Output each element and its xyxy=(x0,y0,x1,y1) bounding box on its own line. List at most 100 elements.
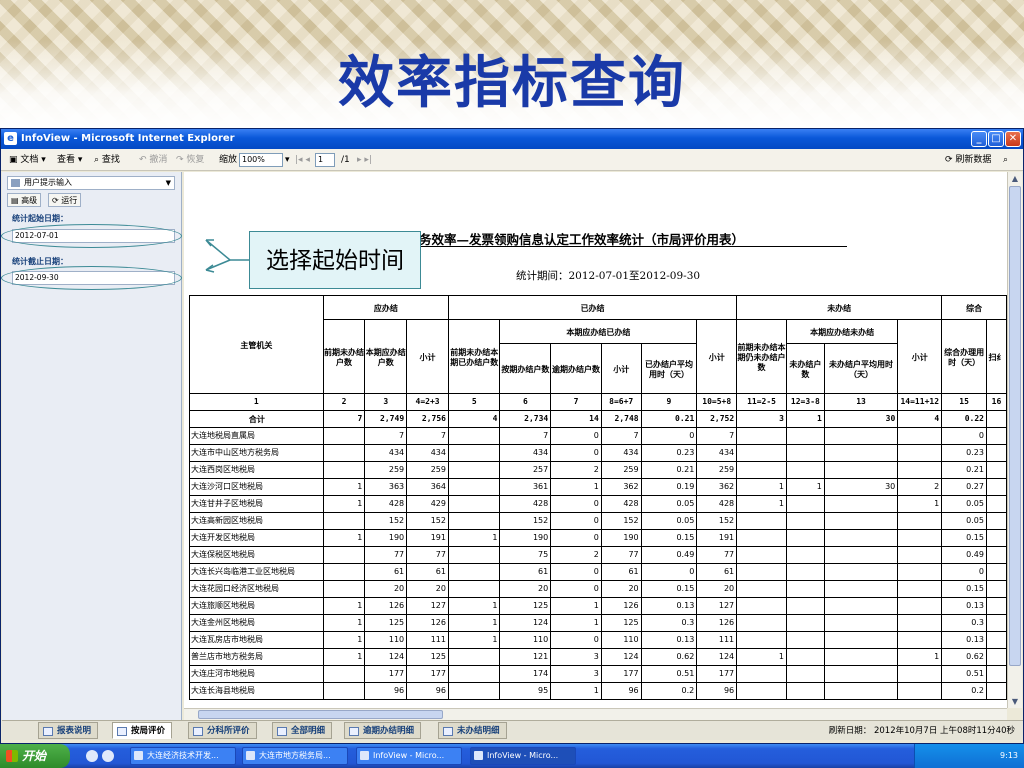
cell-value xyxy=(897,512,943,530)
table-row: 大连西岗区地税局 259 259 257 2 259 0.21 259 0.21 xyxy=(189,461,1007,479)
cell-value xyxy=(447,665,501,683)
refresh-button[interactable]: ⟳ 刷新数据 xyxy=(945,149,991,171)
cell-value: 152 xyxy=(600,512,642,530)
cell-value: 7 xyxy=(499,427,552,445)
cell-value xyxy=(785,546,825,564)
search-icon[interactable]: ⌕ xyxy=(1003,149,1008,171)
cell-value xyxy=(736,614,787,632)
cell-value xyxy=(736,665,787,683)
cell-value: 20 xyxy=(696,580,738,598)
cell-value: 61 xyxy=(696,563,738,581)
cell-value xyxy=(736,546,787,564)
cell-value xyxy=(785,597,825,615)
cell-value xyxy=(736,580,787,598)
cell-value xyxy=(785,427,825,445)
cell-value: 14 xyxy=(550,410,602,428)
tab-overdue-details[interactable]: 逾期办结明细 xyxy=(344,722,422,739)
scroll-thumb[interactable] xyxy=(1009,186,1021,666)
cell-value: 152 xyxy=(406,512,449,530)
header-undone-avg: 未办结户平均用时（天） xyxy=(823,343,899,394)
cell-value xyxy=(736,512,787,530)
prompt-dropdown[interactable]: 用户提示输入 ▼ xyxy=(7,176,175,190)
cell-value: 363 xyxy=(364,478,408,496)
header-current-subtotal: 小计 xyxy=(600,343,642,394)
cell-org: 大连开发区地税局 xyxy=(189,529,324,547)
cell-value: 259 xyxy=(364,461,408,479)
cell-org: 1 xyxy=(189,393,324,411)
hscroll-thumb[interactable] xyxy=(198,710,443,719)
cell-org: 大连市中山区地方税务局 xyxy=(189,444,324,462)
cell-value: 0 xyxy=(550,444,602,462)
taskbar-item-2[interactable]: 大连市地方税务局... xyxy=(242,747,348,765)
cell-value xyxy=(985,563,1007,581)
taskbar-item-3[interactable]: InfoView - Micro... xyxy=(356,747,462,765)
cell-value: 0.15 xyxy=(941,580,987,598)
tab-all-details[interactable]: 全部明细 xyxy=(272,722,333,739)
zoom-select[interactable]: 100% xyxy=(239,153,283,167)
cell-value: 2 xyxy=(550,461,602,479)
taskbar-item-1[interactable]: 大连经济技术开发... xyxy=(130,747,236,765)
cell-value: 0 xyxy=(941,563,987,581)
ie-quicklaunch-icon[interactable] xyxy=(86,750,98,762)
cell-value: 0.15 xyxy=(941,529,987,547)
cell-value: 77 xyxy=(696,546,738,564)
close-button[interactable]: ✕ xyxy=(1005,131,1021,147)
redo-button[interactable]: ↷ 恢复 xyxy=(176,149,204,171)
horizontal-scrollbar[interactable] xyxy=(184,708,1007,720)
cell-value: 0.21 xyxy=(640,461,698,479)
cell-value: 0.15 xyxy=(640,529,698,547)
table-row: 大连金州区地税局 1 125 126 1 124 1 125 0.3 126 0.3 xyxy=(189,614,1007,632)
cell-value xyxy=(897,529,943,547)
page-number-input[interactable]: 1 xyxy=(315,153,335,167)
first-page-icon[interactable]: |◂ ◂ xyxy=(295,149,310,171)
header-done: 已办结 xyxy=(447,295,738,320)
report-icon xyxy=(443,727,453,736)
taskbar-item-4[interactable]: InfoView - Micro... xyxy=(470,747,576,765)
tab-by-section[interactable]: 分科所评价 xyxy=(188,722,257,739)
start-button[interactable]: 开始 xyxy=(0,744,70,768)
cell-value: 127 xyxy=(406,597,449,615)
cell-value xyxy=(823,563,899,581)
tab-by-bureau[interactable]: 按局评价 xyxy=(112,722,173,739)
cell-org: 合计 xyxy=(189,410,324,428)
taskbar: 开始 大连经济技术开发... 大连市地方税务局... InfoView - Mi… xyxy=(0,744,1024,768)
cell-value: 2,752 xyxy=(696,410,738,428)
header-overall: 综合 xyxy=(941,295,1007,320)
maximize-button[interactable]: □ xyxy=(988,131,1004,147)
desktop-quicklaunch-icon[interactable] xyxy=(102,750,114,762)
scroll-down-icon[interactable]: ▼ xyxy=(1008,695,1022,708)
cell-value: 0.13 xyxy=(640,631,698,649)
header-prior-finished: 前期未办结本期已办结户数 xyxy=(447,319,501,394)
cell-value xyxy=(823,427,899,445)
cell-value: 0.13 xyxy=(640,597,698,615)
cell-value: 96 xyxy=(406,682,449,700)
cell-value: 0.3 xyxy=(640,614,698,632)
table-row: 大连瓦房店市地税局 1 110 111 1 110 0 110 0.13 111 0.13 xyxy=(189,631,1007,649)
document-menu[interactable]: ▣ 文档 ▾ xyxy=(9,149,46,171)
vertical-scrollbar[interactable]: ▲ ▼ xyxy=(1007,172,1022,708)
prompt-icon xyxy=(11,179,20,187)
page-total: /1 xyxy=(341,155,350,165)
next-page-icon[interactable]: ▸ ▸| xyxy=(357,149,372,171)
tab-report-notes[interactable]: 报表说明 xyxy=(38,722,99,739)
cell-value: 75 xyxy=(499,546,552,564)
view-menu[interactable]: 查看 ▾ xyxy=(57,149,82,171)
minimize-button[interactable]: _ xyxy=(971,131,987,147)
scroll-up-icon[interactable]: ▲ xyxy=(1008,172,1022,185)
advanced-button[interactable]: ▤ 高级 xyxy=(7,193,42,207)
cell-value: 1 xyxy=(322,614,366,632)
cell-value: 0.51 xyxy=(941,665,987,683)
tab-undone-details[interactable]: 未办结明细 xyxy=(438,722,507,739)
find-button[interactable]: ⌕ 查找 xyxy=(94,149,120,171)
undo-button[interactable]: ↶ 撤消 xyxy=(139,149,167,171)
cell-value: 1 xyxy=(550,682,602,700)
table-row: 大连高新园区地税局 152 152 152 0 152 0.05 152 0.05 xyxy=(189,512,1007,530)
run-button[interactable]: ⟳ 运行 xyxy=(48,193,82,207)
cell-value: 3 xyxy=(550,648,602,666)
zoom-dropdown-icon[interactable]: ▾ xyxy=(285,149,290,171)
start-date-highlight xyxy=(1,224,182,248)
cell-value xyxy=(322,682,366,700)
cell-value: 61 xyxy=(499,563,552,581)
cell-value: 110 xyxy=(499,631,552,649)
window-titlebar[interactable]: e InfoView - Microsoft Internet Explorer… xyxy=(1,129,1023,149)
